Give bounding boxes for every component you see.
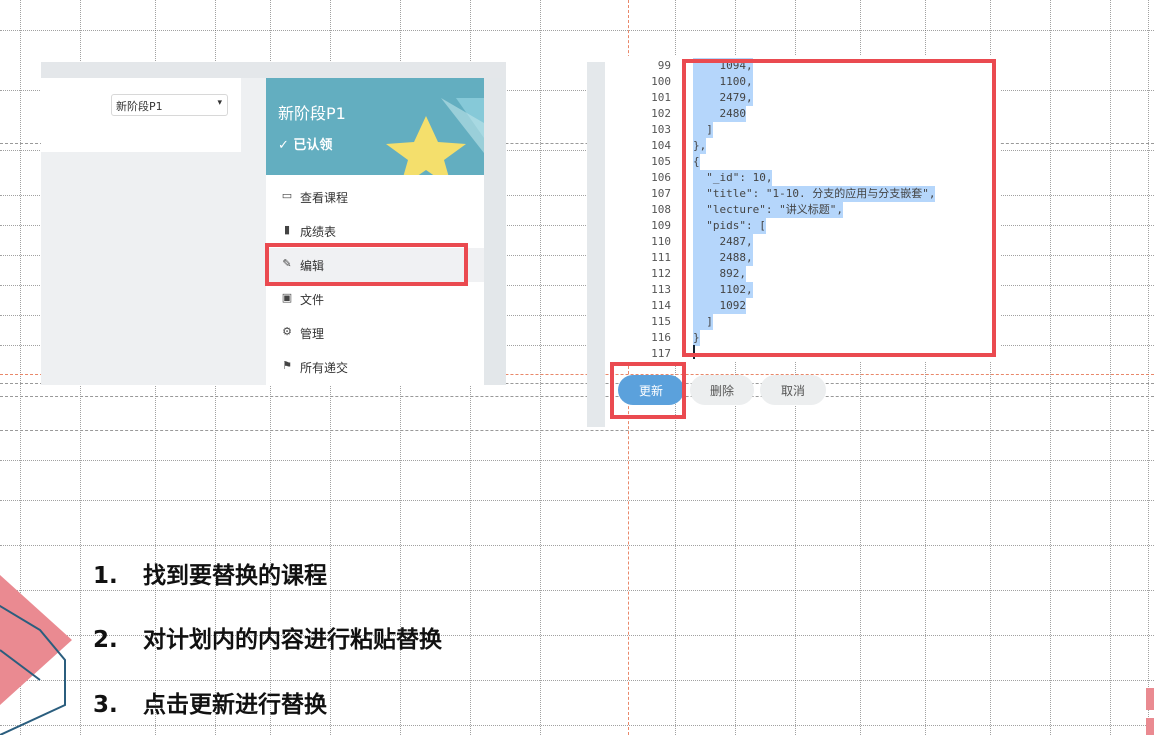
line-number: 115 — [651, 315, 671, 328]
step-1: 1. 找到要替换的课程 — [93, 556, 327, 590]
line-number: 99 — [657, 59, 671, 72]
top-band — [41, 62, 506, 78]
step-text: 对计划内的内容进行粘贴替换 — [143, 627, 442, 653]
step-number: 3. — [93, 692, 118, 718]
chevron-down-icon: ▾ — [217, 98, 222, 108]
line-number: 104 — [651, 139, 671, 152]
step-3: 3. 点击更新进行替换 — [93, 685, 327, 719]
line-number: 105 — [651, 155, 671, 168]
menu-item-all-submissions[interactable]: ⚑ 所有递交 — [266, 350, 484, 384]
hard-drive-icon: ▭ — [281, 189, 293, 202]
menu-item-label: 成绩表 — [300, 225, 337, 239]
line-number: 106 — [651, 171, 671, 184]
stage-select[interactable]: 新阶段P1 ▾ — [111, 94, 228, 116]
decorative-edge-shape — [1146, 688, 1154, 735]
decorative-diamond-shape — [0, 575, 72, 735]
editor-gutter-strip — [587, 62, 605, 427]
line-number: 117 — [651, 347, 671, 360]
image-icon: ▣ — [281, 291, 293, 304]
delete-button[interactable]: 删除 — [690, 375, 754, 405]
line-number: 102 — [651, 107, 671, 120]
menu-item-label: 查看课程 — [300, 191, 349, 205]
menu-item-label: 管理 — [300, 327, 325, 341]
menu-item-view-course[interactable]: ▭ 查看课程 — [266, 180, 484, 214]
menu-item-manage[interactable]: ⚙ 管理 — [266, 316, 484, 350]
line-number: 114 — [651, 299, 671, 312]
step-text: 点击更新进行替换 — [143, 692, 327, 718]
step-2: 2. 对计划内的内容进行粘贴替换 — [93, 620, 442, 654]
stage-select-value: 新阶段P1 — [116, 100, 163, 113]
claimed-badge: ✓ 已认领 — [278, 138, 333, 153]
update-highlight-box — [610, 362, 686, 419]
course-card: 新阶段P1 ✓ 已认领 ▭ 查看课程 ▮ 成绩表 ✎ 编辑 ▣ 文件 ⚙ 管理 … — [266, 78, 484, 385]
line-number: 111 — [651, 251, 671, 264]
scroll-gutter — [484, 78, 506, 385]
card-header: 新阶段P1 ✓ 已认领 — [266, 78, 484, 175]
line-number: 101 — [651, 91, 671, 104]
star-banner-icon — [386, 98, 484, 175]
line-number: 113 — [651, 283, 671, 296]
line-number: 103 — [651, 123, 671, 136]
menu-item-files[interactable]: ▣ 文件 — [266, 282, 484, 316]
line-number: 110 — [651, 235, 671, 248]
step-number: 2. — [93, 627, 118, 653]
code-highlight-box — [682, 59, 996, 357]
menu-item-label: 所有递交 — [300, 361, 349, 375]
step-text: 找到要替换的课程 — [143, 563, 327, 589]
gear-icon: ⚙ — [282, 325, 292, 338]
card-title: 新阶段P1 — [278, 104, 346, 123]
menu-item-label: 文件 — [300, 293, 325, 307]
line-number: 109 — [651, 219, 671, 232]
cancel-button[interactable]: 取消 — [760, 375, 826, 405]
bar-chart-icon: ▮ — [283, 223, 291, 236]
line-number: 107 — [651, 187, 671, 200]
line-number: 100 — [651, 75, 671, 88]
step-number: 1. — [93, 563, 118, 589]
line-number: 112 — [651, 267, 671, 280]
line-number: 108 — [651, 203, 671, 216]
flag-icon: ⚑ — [282, 359, 292, 372]
edit-highlight-box — [265, 243, 468, 286]
course-sidebar-screenshot: 新阶段P1 ▾ 新阶段P1 ✓ 已认领 ▭ 查看课程 ▮ 成绩表 ✎ 编辑 ▣ … — [41, 62, 506, 385]
line-number: 116 — [651, 331, 671, 344]
